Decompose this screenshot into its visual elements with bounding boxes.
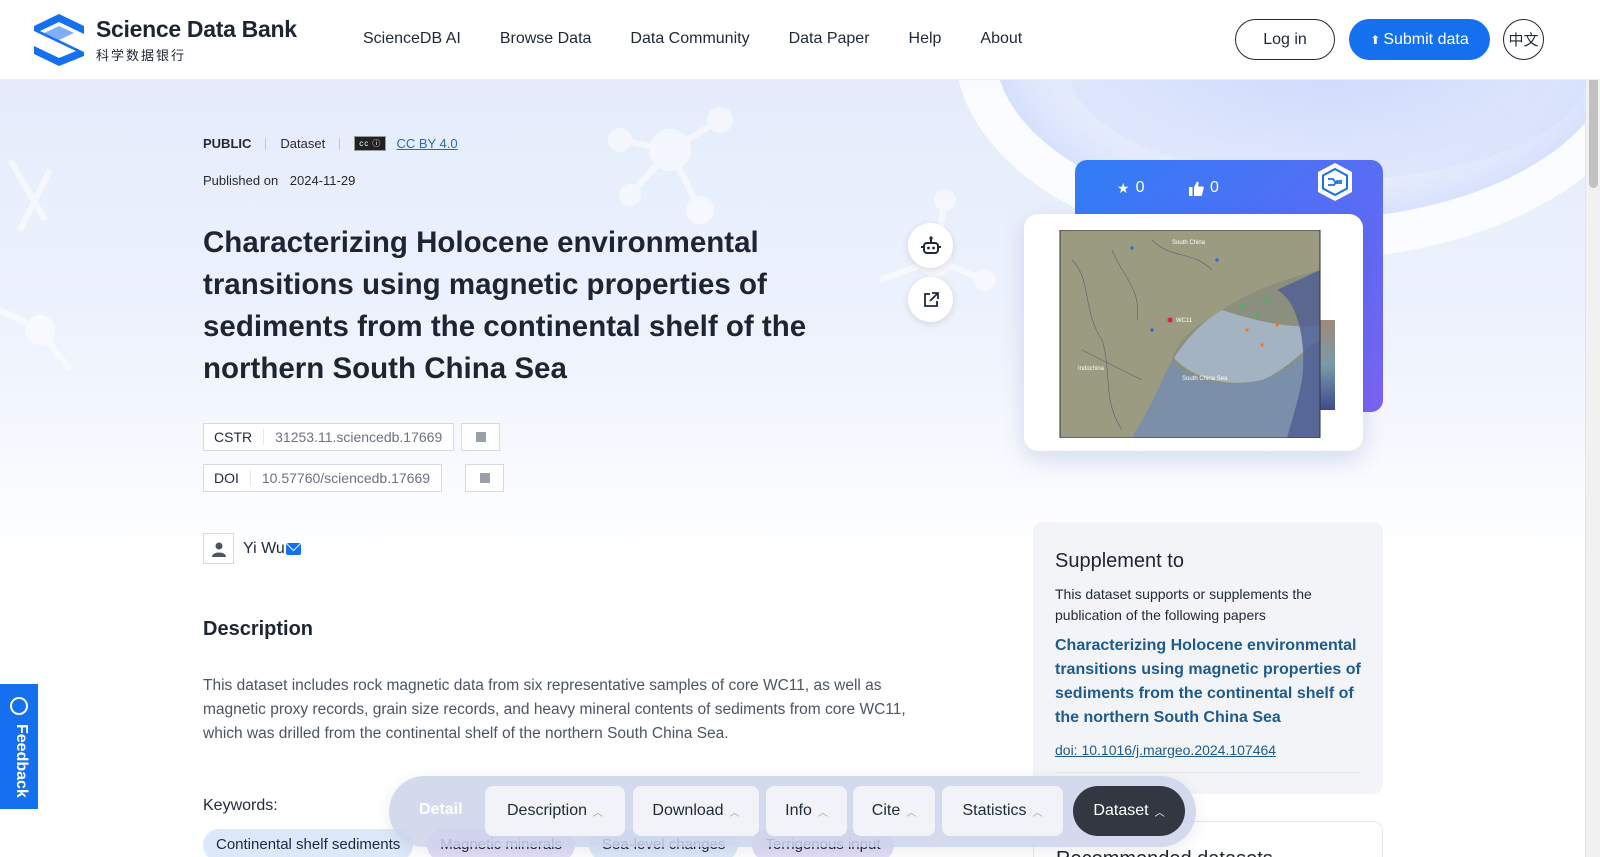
nav-data-community[interactable]: Data Community (630, 30, 749, 48)
cstr-identifier: CSTR 31253.11.sciencedb.17669 (203, 423, 455, 451)
like-count[interactable]: 0 (1189, 179, 1219, 197)
tab-label: Info (785, 802, 812, 819)
author-name[interactable]: Yi Wu (243, 540, 285, 558)
divider (1055, 772, 1360, 773)
star-count[interactable]: ★ 0 (1117, 179, 1144, 197)
dataset-title: Characterizing Holocene environmental tr… (203, 226, 807, 385)
feedback-label: Feedback (13, 724, 30, 798)
supplement-subtitle: This dataset supports or supplements the… (1055, 586, 1312, 623)
logo-subtitle: 科学数据银行 (96, 48, 187, 63)
chevron-up-icon: ︿ (817, 807, 828, 819)
tab-label: Description (506, 802, 588, 819)
copy-cstr-button[interactable] (461, 423, 500, 451)
description-text: This dataset includes rock magnetic data… (203, 677, 906, 742)
star-icon: ★ (1117, 179, 1130, 196)
supplement-paper-link[interactable]: Characterizing Holocene environmental tr… (1055, 634, 1365, 730)
copy-icon (472, 429, 486, 442)
published-date: Published on 2024-11-29 (203, 173, 355, 188)
tab-dataset[interactable]: Dataset ︿ (1073, 786, 1185, 836)
logo-icon (34, 14, 84, 66)
tab-download[interactable]: Download ︿ (633, 786, 759, 836)
page-scrollbar[interactable] (1585, 0, 1600, 857)
like-count-value: 0 (1210, 179, 1219, 196)
description-heading: Description (203, 618, 314, 640)
chevron-up-icon: ︿ (1032, 807, 1043, 819)
cc-license-icon: cc ⓘ (354, 136, 387, 151)
supplement-doi-link[interactable]: doi: 10.1016/j.margeo.2024.107464 (1055, 742, 1276, 758)
access-badge: PUBLIC (203, 136, 252, 151)
login-button[interactable]: Log in (1235, 19, 1335, 60)
tab-label: Dataset (1093, 802, 1149, 819)
share-button[interactable] (908, 277, 953, 322)
keyword-tag[interactable]: Continental shelf sediments (203, 829, 414, 857)
star-count-value: 0 (1135, 179, 1145, 196)
nav-sciencedb-ai[interactable]: ScienceDB AI (363, 30, 461, 48)
doi-identifier: DOI 10.57760/sciencedb.17669 (203, 464, 443, 492)
tabbar-detail-label: Detail (419, 801, 463, 818)
tab-description[interactable]: Description ︿ (485, 786, 625, 836)
tab-cite[interactable]: Cite ︿ (853, 786, 935, 836)
dataset-preview-image[interactable]: WC11 South China Indochina South China S… (1024, 214, 1363, 451)
site-logo[interactable]: Science Data Bank 科学数据银行 (30, 12, 297, 68)
nav-data-paper[interactable]: Data Paper (789, 30, 870, 48)
chevron-up-icon: ︿ (1154, 807, 1165, 819)
section-tab-bar: Detail Description ︿ Download ︿ Info ︿ Cite… (389, 776, 1196, 847)
dataset-meta-row: PUBLIC Dataset cc ⓘ CC BY 4.0 (203, 136, 458, 151)
map-label-sea: South China Sea (1182, 376, 1228, 382)
doi-value: 10.57760/sciencedb.17669 (261, 470, 431, 486)
author-avatar (203, 533, 234, 564)
tab-label: Statistics (962, 802, 1027, 819)
submit-data-label: Submit data (1383, 30, 1469, 48)
dataset-type: Dataset (280, 136, 326, 151)
map-label-south-china: South China (1172, 240, 1206, 246)
share-icon (923, 291, 939, 307)
map-label-indochina: Indochina (1078, 366, 1105, 372)
doi-label: DOI (204, 470, 251, 486)
upload-icon: ⬆ (1370, 32, 1381, 47)
chevron-up-icon: ︿ (729, 807, 740, 819)
keywords-label: Keywords: (203, 797, 278, 814)
tab-label: Cite (871, 802, 901, 819)
ai-assistant-button[interactable] (908, 223, 953, 268)
robot-icon (920, 235, 941, 254)
supplement-card: Supplement to This dataset supports or s… (1033, 522, 1383, 794)
tab-label: Download (652, 802, 724, 819)
chevron-up-icon: ︿ (906, 807, 917, 819)
copy-icon (476, 470, 490, 483)
certified-badge-icon (1318, 163, 1352, 201)
email-icon[interactable] (285, 542, 301, 555)
logo-title: Science Data Bank (96, 16, 297, 42)
meta-divider (339, 137, 341, 150)
author-row: Yi Wu (203, 533, 301, 564)
map-preview: WC11 South China Indochina South China S… (1052, 229, 1335, 439)
user-icon (211, 542, 226, 557)
supplement-title: Supplement to (1055, 550, 1184, 572)
copy-doi-button[interactable] (465, 464, 504, 492)
nav-about[interactable]: About (980, 30, 1022, 48)
meta-divider (265, 137, 267, 150)
main-nav: ScienceDB AI Browse Data Data Community … (363, 30, 1061, 48)
published-value: 2024-11-29 (289, 173, 356, 188)
feedback-icon (10, 697, 28, 715)
nav-help[interactable]: Help (909, 30, 942, 48)
cstr-value: 31253.11.sciencedb.17669 (275, 429, 443, 445)
chevron-up-icon: ︿ (593, 807, 604, 819)
language-switch-button[interactable]: 中文 (1503, 19, 1544, 60)
submit-data-button[interactable]: ⬆ Submit data (1349, 19, 1490, 60)
recommended-title: Recommended datasets (1056, 848, 1273, 857)
tab-info[interactable]: Info ︿ (766, 786, 847, 836)
nav-browse-data[interactable]: Browse Data (500, 30, 592, 48)
license-link[interactable]: CC BY 4.0 (396, 136, 457, 151)
thumbs-up-icon (1189, 181, 1204, 196)
tab-statistics[interactable]: Statistics ︿ (942, 786, 1063, 836)
published-label: Published on (203, 173, 279, 188)
feedback-tab[interactable]: Feedback (0, 684, 38, 809)
cstr-label: CSTR (204, 429, 265, 445)
map-label-core: WC11 (1176, 318, 1193, 324)
site-header: Science Data Bank 科学数据银行 ScienceDB AI Br… (0, 0, 1600, 80)
